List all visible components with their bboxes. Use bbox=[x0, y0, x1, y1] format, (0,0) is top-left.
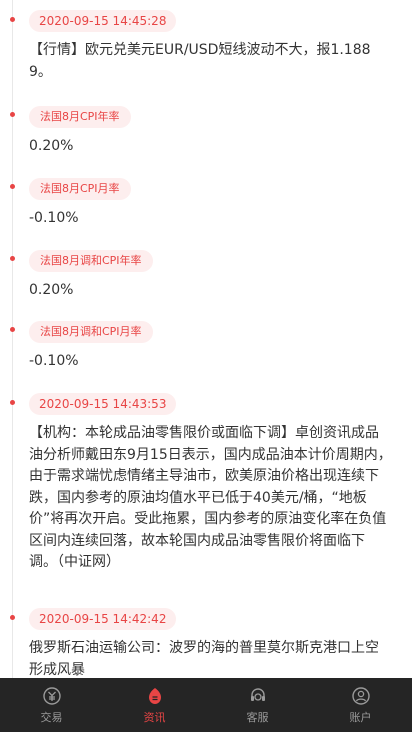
timestamp-tag: 2020-09-15 14:45:28 bbox=[29, 10, 177, 32]
tab-news[interactable]: 资讯 bbox=[103, 678, 206, 732]
news-feed[interactable]: 2020-09-15 14:45:28 【行情】欧元兑美元EUR/USD短线波动… bbox=[0, 0, 412, 678]
tab-trade[interactable]: 交易 bbox=[0, 678, 103, 732]
timeline-dot bbox=[10, 256, 15, 261]
bottom-tab-bar: 交易 资讯 客服 账户 bbox=[0, 678, 412, 732]
feed-item[interactable]: 2020-09-15 14:45:28 【行情】欧元兑美元EUR/USD短线波动… bbox=[0, 10, 412, 83]
tab-label: 账户 bbox=[349, 710, 372, 724]
news-icon bbox=[148, 687, 161, 704]
tab-service[interactable]: 客服 bbox=[206, 678, 309, 732]
tab-label: 资讯 bbox=[143, 710, 166, 724]
tab-account[interactable]: 账户 bbox=[309, 678, 412, 732]
timeline-dot bbox=[10, 184, 15, 189]
feed-item-text: 俄罗斯石油运输公司：波罗的海的普里莫尔斯克港口上空形成风暴 bbox=[29, 640, 379, 678]
feed-item[interactable]: 法国8月CPI月率 -0.10% bbox=[0, 177, 412, 230]
feed-item[interactable]: 2020-09-15 14:42:42 俄罗斯石油运输公司：波罗的海的普里莫尔斯… bbox=[0, 608, 412, 678]
feed-item-text: 【行情】欧元兑美元EUR/USD短线波动不大，报1.1889。 bbox=[29, 42, 371, 80]
feed-item[interactable]: 法国8月调和CPI年率 0.20% bbox=[0, 249, 412, 302]
timeline-dot bbox=[10, 400, 15, 405]
timestamp-tag: 2020-09-15 14:43:53 bbox=[29, 393, 177, 415]
timeline-dot bbox=[10, 615, 15, 620]
indicator-tag: 法国8月CPI年率 bbox=[29, 106, 131, 128]
feed-item[interactable]: 法国8月CPI年率 0.20% bbox=[0, 105, 412, 158]
feed-item-value: -0.10% bbox=[29, 210, 79, 226]
feed-item-value: 0.20% bbox=[29, 138, 74, 154]
tab-label: 交易 bbox=[40, 710, 63, 724]
timeline-dot bbox=[10, 327, 15, 332]
timeline-dot bbox=[10, 17, 15, 22]
indicator-tag: 法国8月调和CPI月率 bbox=[29, 321, 153, 343]
account-icon bbox=[351, 686, 370, 705]
feed-item[interactable]: 2020-09-15 14:43:53 【机构：本轮成品油零售限价或面临下调】卓… bbox=[0, 393, 412, 574]
service-icon bbox=[250, 687, 265, 701]
tab-label: 客服 bbox=[246, 710, 269, 724]
feed-item-text: 【机构：本轮成品油零售限价或面临下调】卓创资讯成品油分析师戴田东9月15日表示，… bbox=[29, 425, 392, 570]
trade-icon bbox=[42, 686, 61, 705]
feed-item-value: -0.10% bbox=[29, 353, 79, 369]
indicator-tag: 法国8月调和CPI年率 bbox=[29, 250, 153, 272]
timestamp-tag: 2020-09-15 14:42:42 bbox=[29, 608, 177, 630]
timeline-dot bbox=[10, 112, 15, 117]
feed-item-value: 0.20% bbox=[29, 282, 74, 298]
indicator-tag: 法国8月CPI月率 bbox=[29, 178, 131, 200]
feed-item[interactable]: 法国8月调和CPI月率 -0.10% bbox=[0, 320, 412, 373]
